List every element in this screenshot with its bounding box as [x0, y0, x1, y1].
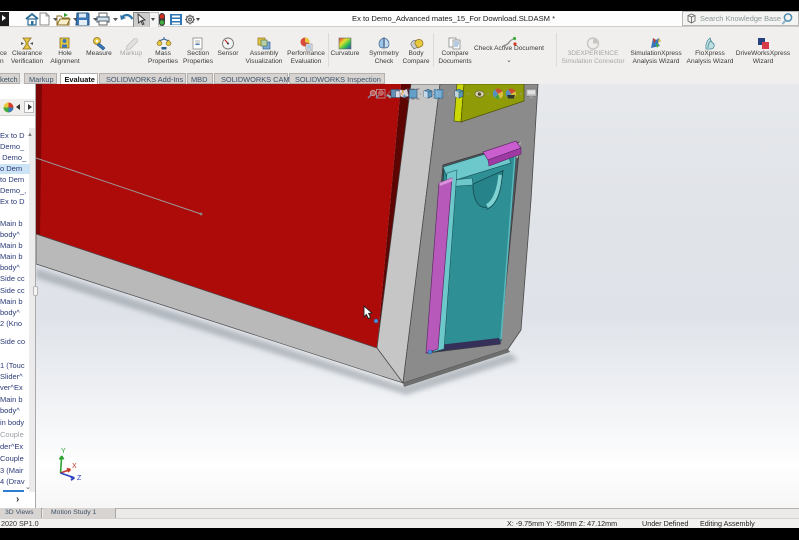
- svg-text:Y: Y: [61, 448, 66, 455]
- svg-text:X: X: [72, 463, 77, 470]
- svg-text:Z: Z: [77, 475, 82, 482]
